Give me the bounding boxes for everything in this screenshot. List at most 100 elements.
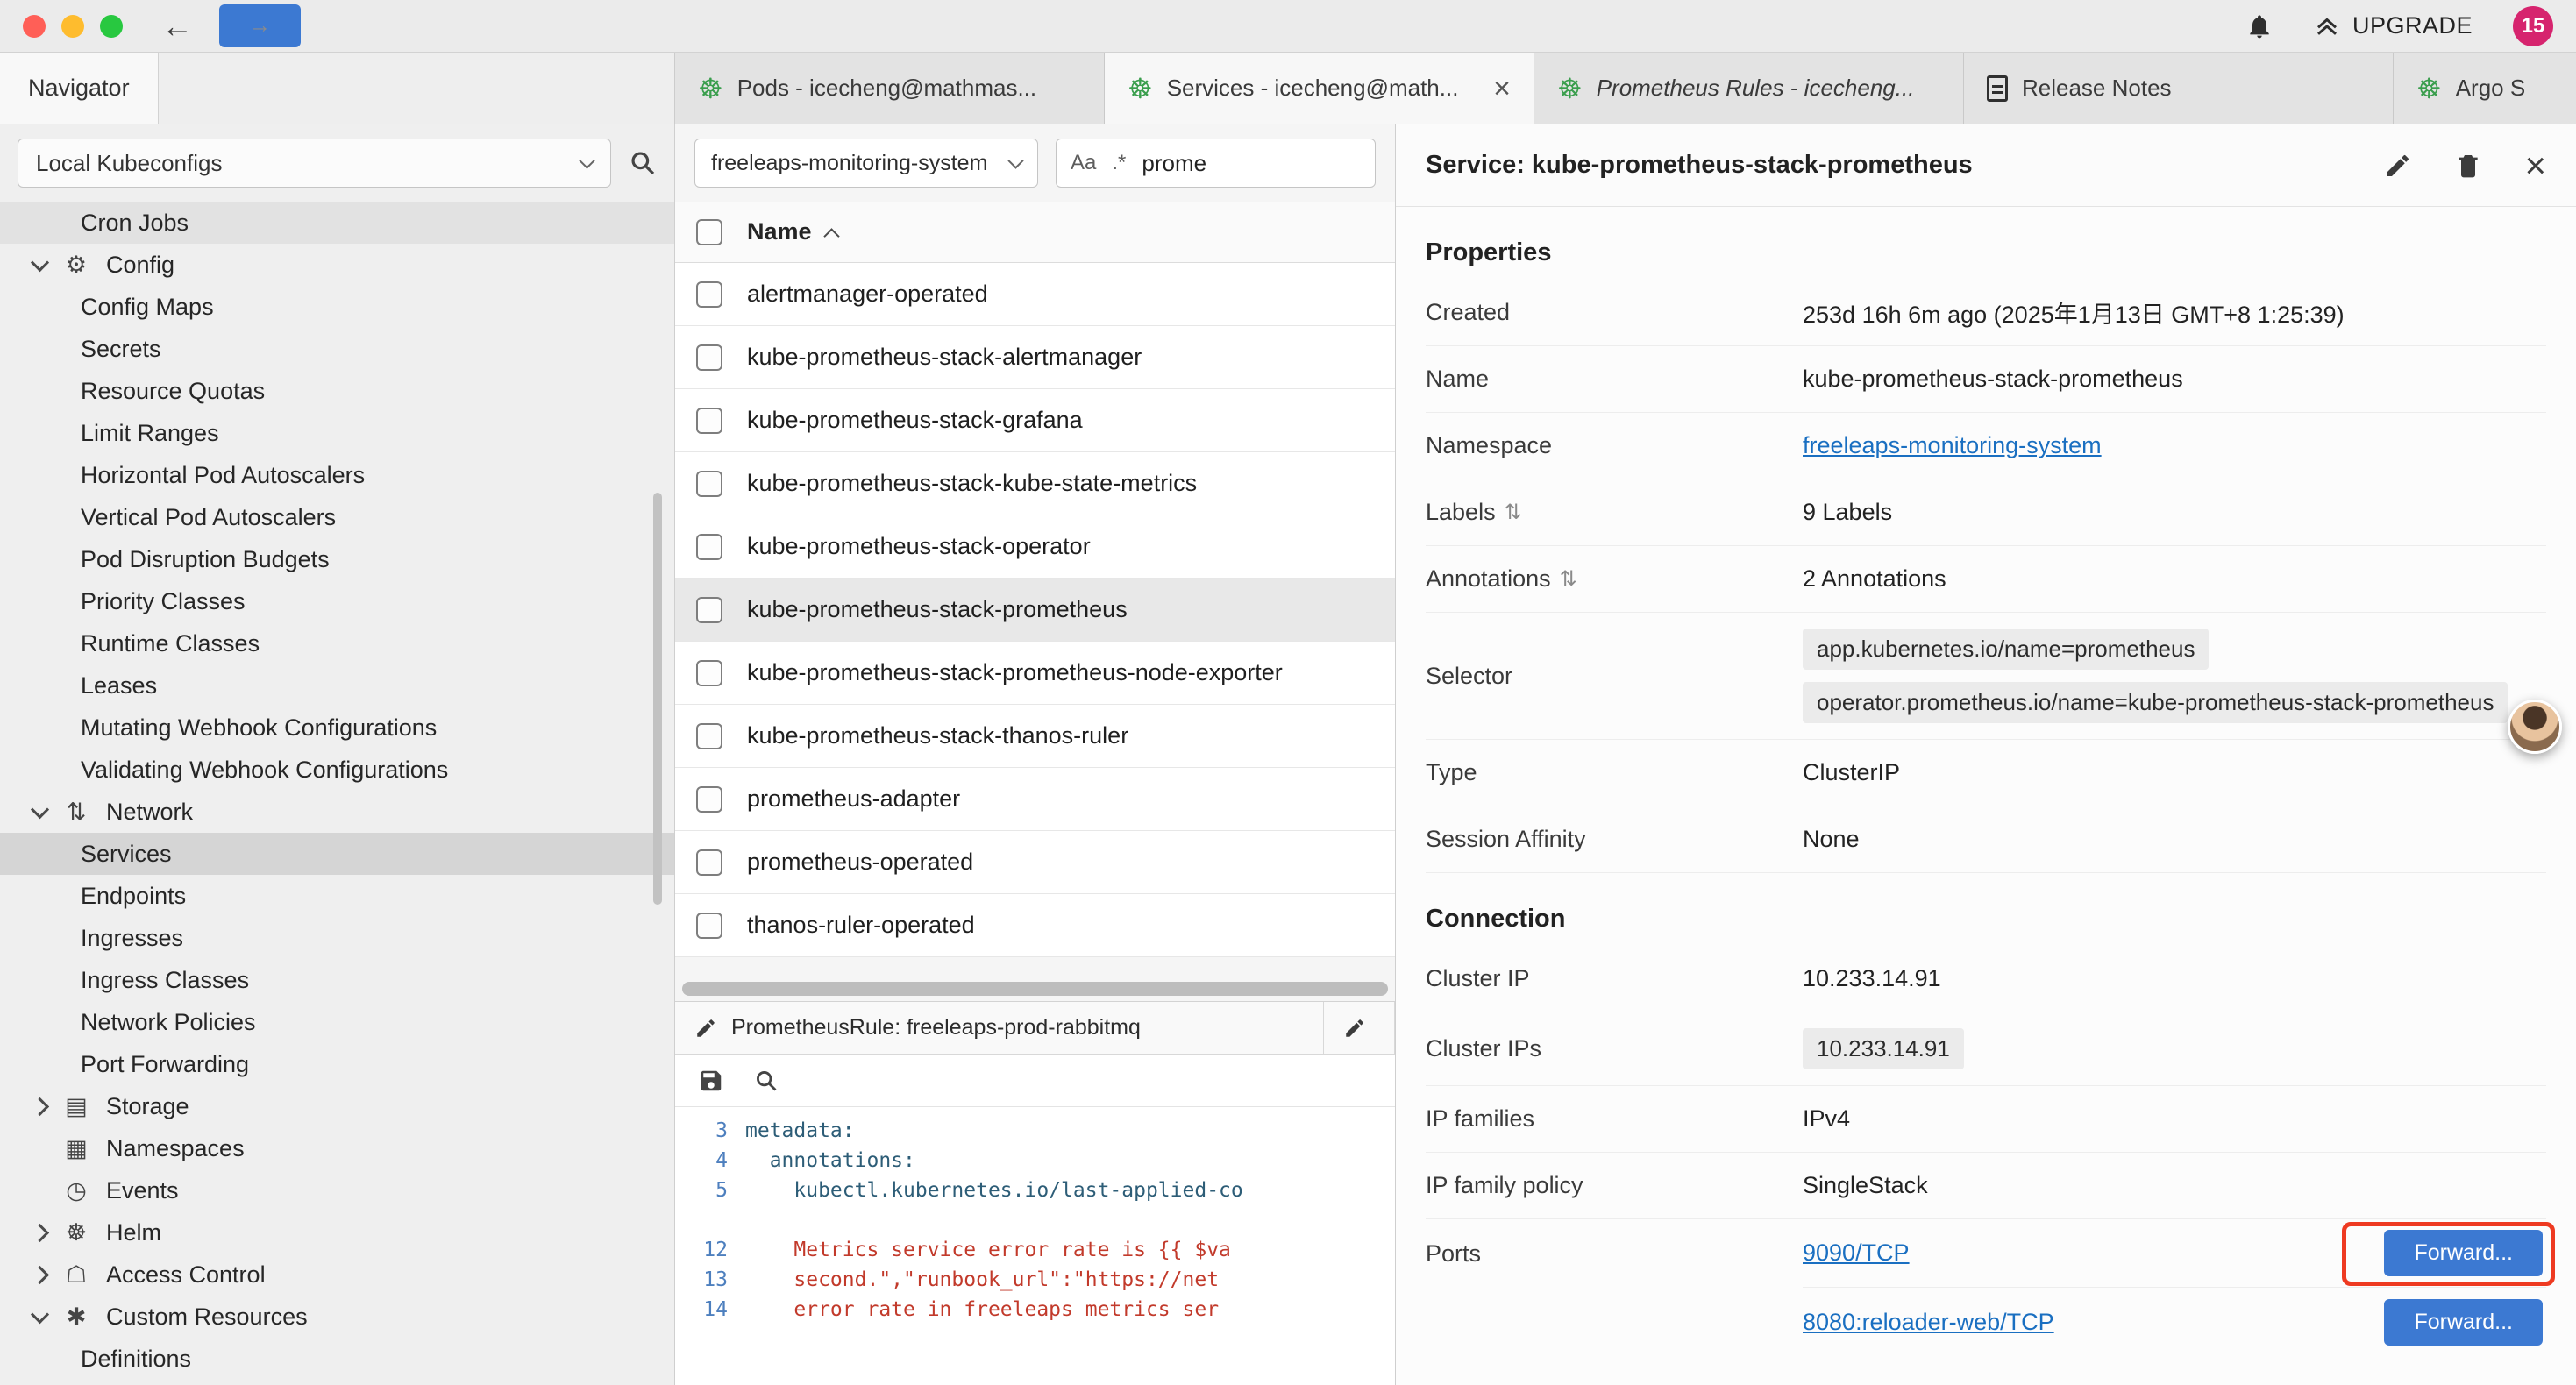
tab-label: Services - icecheng@math... bbox=[1167, 75, 1479, 102]
regex-toggle[interactable]: .* bbox=[1112, 151, 1126, 175]
sidebar-scrollbar[interactable] bbox=[653, 493, 662, 905]
sort-toggle-icon[interactable]: ⇅ bbox=[1505, 500, 1522, 525]
sidebar-item-ingress-classes[interactable]: Ingress Classes bbox=[0, 959, 674, 1001]
table-search-input[interactable]: Aa .* prome bbox=[1056, 138, 1376, 188]
sidebar-item-helm[interactable]: ☸Helm bbox=[0, 1211, 674, 1254]
delete-icon[interactable] bbox=[2454, 152, 2482, 180]
row-checkbox[interactable] bbox=[696, 723, 722, 749]
table-row-prometheus-operated[interactable]: prometheus-operated bbox=[675, 831, 1395, 894]
horizontal-scrollbar[interactable] bbox=[675, 978, 1395, 1001]
sidebar-item-services[interactable]: Services bbox=[0, 833, 674, 875]
minimize-window-button[interactable] bbox=[61, 15, 84, 38]
row-checkbox[interactable] bbox=[696, 660, 722, 686]
sidebar-item-mutating-webhook-configurations[interactable]: Mutating Webhook Configurations bbox=[0, 707, 674, 749]
save-icon[interactable] bbox=[698, 1068, 724, 1094]
detail-actions: × bbox=[2384, 147, 2546, 184]
table-row-alertmanager-operated[interactable]: alertmanager-operated bbox=[675, 263, 1395, 326]
zoom-window-button[interactable] bbox=[100, 15, 123, 38]
tab-prometheus-rules-icecheng[interactable]: ☸Prometheus Rules - icecheng... bbox=[1534, 53, 1964, 124]
sidebar-item-events[interactable]: ◷Events bbox=[0, 1169, 674, 1211]
detail-label: Name bbox=[1426, 366, 1803, 393]
sidebar-item-endpoints[interactable]: Endpoints bbox=[0, 875, 674, 917]
sidebar-item-config[interactable]: ⚙Config bbox=[0, 244, 674, 286]
sidebar-item-port-forwarding[interactable]: Port Forwarding bbox=[0, 1043, 674, 1085]
table-row-kube-prometheus-stack-prometheus-node-ex[interactable]: kube-prometheus-stack-prometheus-node-ex… bbox=[675, 642, 1395, 705]
namespace-select[interactable]: freeleaps-monitoring-system bbox=[694, 138, 1038, 188]
row-checkbox[interactable] bbox=[696, 786, 722, 813]
sidebar-item-network-policies[interactable]: Network Policies bbox=[0, 1001, 674, 1043]
table-row-kube-prometheus-stack-kube-state-metrics[interactable]: kube-prometheus-stack-kube-state-metrics bbox=[675, 452, 1395, 515]
sidebar-item-label: Services bbox=[81, 841, 172, 868]
row-checkbox[interactable] bbox=[696, 913, 722, 939]
edit-icon[interactable] bbox=[2384, 152, 2412, 180]
tab-argo-s[interactable]: ☸Argo S bbox=[2394, 53, 2576, 124]
sidebar-item-cron-jobs[interactable]: Cron Jobs bbox=[0, 202, 674, 244]
close-window-button[interactable] bbox=[23, 15, 46, 38]
table-row-prometheus-adapter[interactable]: prometheus-adapter bbox=[675, 768, 1395, 831]
horizontal-scrollbar-thumb[interactable] bbox=[682, 982, 1388, 996]
row-checkbox[interactable] bbox=[696, 534, 722, 560]
kubernetes-icon: ☸ bbox=[1557, 75, 1583, 103]
table-row-kube-prometheus-stack-alertmanager[interactable]: kube-prometheus-stack-alertmanager bbox=[675, 326, 1395, 389]
sidebar-item-priority-classes[interactable]: Priority Classes bbox=[0, 580, 674, 622]
row-checkbox[interactable] bbox=[696, 471, 722, 497]
sidebar-item-ingresses[interactable]: Ingresses bbox=[0, 917, 674, 959]
sidebar-item-leases[interactable]: Leases bbox=[0, 664, 674, 707]
sidebar-item-vertical-pod-autoscalers[interactable]: Vertical Pod Autoscalers bbox=[0, 496, 674, 538]
sidebar-item-custom-resources[interactable]: ✱Custom Resources bbox=[0, 1296, 674, 1338]
sidebar-item-pod-disruption-budgets[interactable]: Pod Disruption Budgets bbox=[0, 538, 674, 580]
table-row-thanos-ruler-operated[interactable]: thanos-ruler-operated bbox=[675, 894, 1395, 957]
table-row-kube-prometheus-stack-operator[interactable]: kube-prometheus-stack-operator bbox=[675, 515, 1395, 579]
forward-button[interactable]: Forward... bbox=[2384, 1299, 2543, 1346]
tab-close-icon[interactable]: × bbox=[1493, 74, 1511, 103]
sidebar-item-label: Config bbox=[106, 252, 174, 279]
row-checkbox[interactable] bbox=[696, 408, 722, 434]
select-all-checkbox[interactable] bbox=[696, 219, 722, 245]
table-row-kube-prometheus-stack-thanos-ruler[interactable]: kube-prometheus-stack-thanos-ruler bbox=[675, 705, 1395, 768]
detail-value: ClusterIP bbox=[1803, 759, 2546, 786]
user-avatar[interactable] bbox=[2508, 700, 2562, 754]
yaml-editor[interactable]: 345121314 metadata: annotations: kubectl… bbox=[675, 1107, 1395, 1385]
namespace-link[interactable]: freeleaps-monitoring-system bbox=[1803, 432, 2102, 458]
row-checkbox[interactable] bbox=[696, 849, 722, 876]
forward-button[interactable]: Forward... bbox=[2384, 1230, 2543, 1276]
kubeconfig-select[interactable]: Local Kubeconfigs bbox=[18, 138, 611, 188]
editor-tab-2[interactable] bbox=[1324, 1002, 1395, 1054]
port-link[interactable]: 9090/TCP bbox=[1803, 1239, 1910, 1267]
notifications-bell-icon[interactable] bbox=[2245, 12, 2274, 40]
sidebar-item-storage[interactable]: ▤Storage bbox=[0, 1085, 674, 1127]
editor-tab-prometheusrule[interactable]: PrometheusRule: freeleaps-prod-rabbitmq bbox=[675, 1002, 1324, 1054]
sidebar-item-namespaces[interactable]: ▦Namespaces bbox=[0, 1127, 674, 1169]
sidebar-item-runtime-classes[interactable]: Runtime Classes bbox=[0, 622, 674, 664]
sidebar-item-resource-quotas[interactable]: Resource Quotas bbox=[0, 370, 674, 412]
sidebar-item-access-control[interactable]: ☖Access Control bbox=[0, 1254, 674, 1296]
forward-nav-button[interactable]: → bbox=[219, 4, 301, 47]
name-column-header[interactable]: Name bbox=[747, 218, 837, 245]
tab-pods-icecheng-mathmas[interactable]: ☸Pods - icecheng@mathmas... bbox=[675, 53, 1105, 124]
tab-services-icecheng-math[interactable]: ☸Services - icecheng@math...× bbox=[1105, 53, 1534, 124]
editor-search-icon[interactable] bbox=[754, 1069, 779, 1093]
notification-count-badge[interactable]: 15 bbox=[2513, 6, 2553, 46]
sidebar-item-network[interactable]: ⇅Network bbox=[0, 791, 674, 833]
tab-label: Release Notes bbox=[2022, 75, 2370, 102]
sidebar-item-validating-webhook-configurations[interactable]: Validating Webhook Configurations bbox=[0, 749, 674, 791]
close-icon[interactable]: × bbox=[2524, 147, 2546, 184]
upgrade-button[interactable]: UPGRADE bbox=[2314, 12, 2473, 39]
match-case-toggle[interactable]: Aa bbox=[1071, 151, 1096, 175]
tab-release-notes[interactable]: Release Notes bbox=[1964, 53, 2394, 124]
sidebar-search-icon[interactable] bbox=[629, 149, 657, 177]
sidebar-item-secrets[interactable]: Secrets bbox=[0, 328, 674, 370]
sidebar-item-horizontal-pod-autoscalers[interactable]: Horizontal Pod Autoscalers bbox=[0, 454, 674, 496]
row-checkbox[interactable] bbox=[696, 344, 722, 371]
row-checkbox[interactable] bbox=[696, 597, 722, 623]
chevron-down-icon bbox=[579, 153, 594, 168]
table-row-kube-prometheus-stack-grafana[interactable]: kube-prometheus-stack-grafana bbox=[675, 389, 1395, 452]
sort-toggle-icon[interactable]: ⇅ bbox=[1560, 566, 1577, 592]
row-checkbox[interactable] bbox=[696, 281, 722, 308]
table-row-kube-prometheus-stack-prometheus[interactable]: kube-prometheus-stack-prometheus bbox=[675, 579, 1395, 642]
sidebar-item-definitions[interactable]: Definitions bbox=[0, 1338, 674, 1380]
port-link[interactable]: 8080:reloader-web/TCP bbox=[1803, 1309, 2054, 1336]
sidebar-item-config-maps[interactable]: Config Maps bbox=[0, 286, 674, 328]
back-button[interactable]: ← bbox=[161, 11, 193, 42]
sidebar-item-limit-ranges[interactable]: Limit Ranges bbox=[0, 412, 674, 454]
